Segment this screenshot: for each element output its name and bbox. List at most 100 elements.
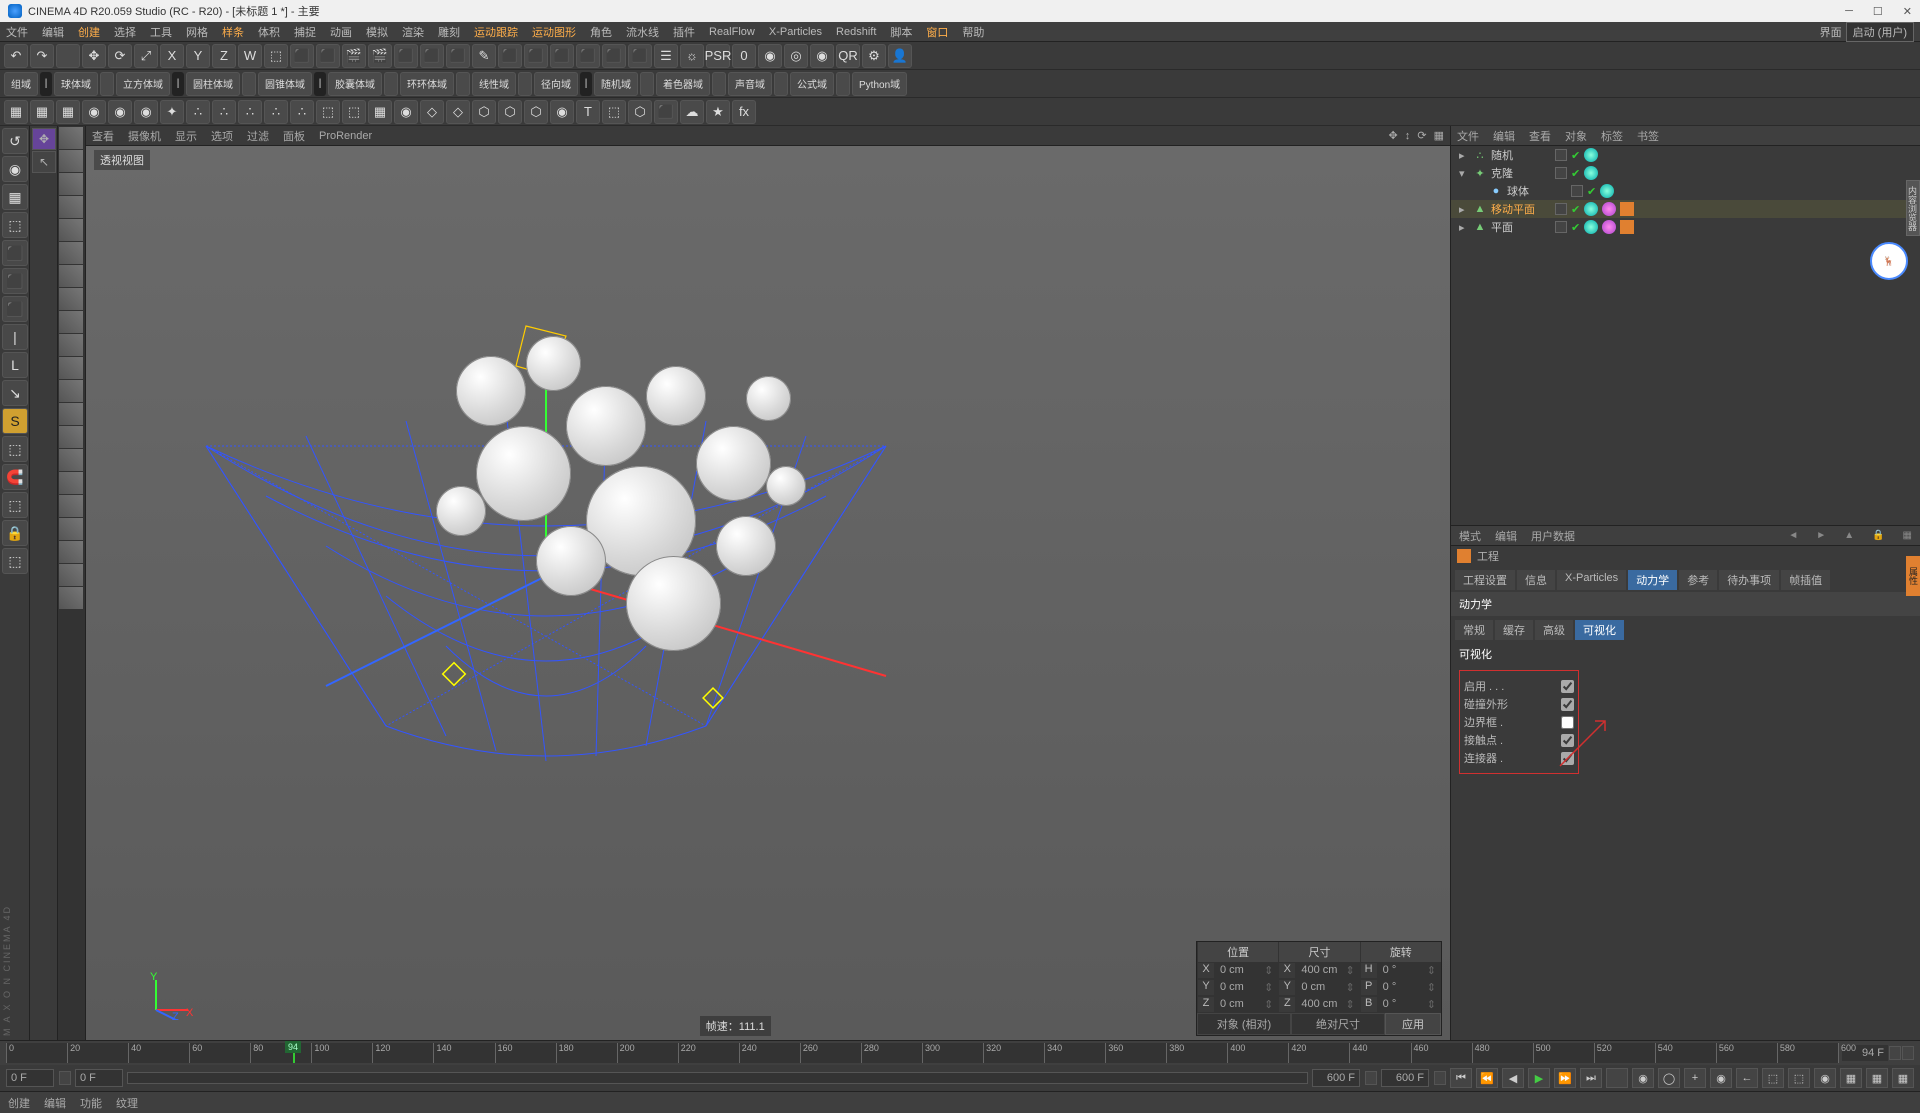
- toolbar-button[interactable]: W: [238, 44, 262, 68]
- toolbar-button[interactable]: ⬡: [498, 100, 522, 124]
- play-button[interactable]: ▶: [1528, 1068, 1550, 1088]
- play-button[interactable]: ◯: [1658, 1068, 1680, 1088]
- left-tool[interactable]: ⬚: [2, 548, 28, 574]
- left-tool[interactable]: L: [2, 352, 28, 378]
- toolbar-button[interactable]: ✦: [160, 100, 184, 124]
- menu-编辑[interactable]: 编辑: [42, 24, 64, 40]
- toolbar-button[interactable]: 声音域: [728, 72, 772, 96]
- toolbar-button[interactable]: ∴: [238, 100, 262, 124]
- end-frame-field2[interactable]: 600 F: [1381, 1069, 1429, 1087]
- vp-menu-item[interactable]: 查看: [92, 128, 114, 144]
- vp-menu-item[interactable]: 摄像机: [128, 128, 161, 144]
- toolbar-button[interactable]: ✥: [82, 44, 106, 68]
- toolbar-button[interactable]: ◇: [420, 100, 444, 124]
- toolbar-button[interactable]: ↶: [4, 44, 28, 68]
- menu-Redshift[interactable]: Redshift: [836, 26, 876, 38]
- left-tool[interactable]: |: [2, 324, 28, 350]
- attr-lock-icon[interactable]: 🔒: [1872, 530, 1884, 541]
- palette-swatch[interactable]: [59, 472, 83, 494]
- tag-icon[interactable]: [1600, 184, 1614, 198]
- tag-icon[interactable]: [1584, 202, 1598, 216]
- mode-move[interactable]: ✥: [32, 128, 56, 150]
- menu-样条[interactable]: 样条: [222, 24, 244, 40]
- toolbar-button[interactable]: ∴: [212, 100, 236, 124]
- close-button[interactable]: ✕: [1903, 5, 1912, 18]
- toolbar-button[interactable]: 圆柱体域: [186, 72, 240, 96]
- spin-icon[interactable]: [59, 1071, 71, 1085]
- toolbar-button[interactable]: [456, 72, 470, 96]
- palette-swatch[interactable]: [59, 357, 83, 379]
- attr-subtab[interactable]: 参考: [1679, 570, 1717, 590]
- palette-swatch[interactable]: [59, 311, 83, 333]
- vp-zoom-icon[interactable]: ↕: [1405, 130, 1411, 142]
- toolbar-button[interactable]: 🎬: [368, 44, 392, 68]
- menu-X-Particles[interactable]: X-Particles: [769, 26, 822, 38]
- toolbar-button[interactable]: ⬛: [498, 44, 522, 68]
- toolbar-button[interactable]: ▦: [30, 100, 54, 124]
- toolbar-button[interactable]: Y: [186, 44, 210, 68]
- palette-swatch[interactable]: [59, 495, 83, 517]
- obj-row-球体[interactable]: ● 球体 ✔: [1451, 182, 1920, 200]
- menu-插件[interactable]: 插件: [673, 24, 695, 40]
- palette-swatch[interactable]: [59, 518, 83, 540]
- toolbar-button[interactable]: T: [576, 100, 600, 124]
- toolbar-button[interactable]: ⬚: [602, 100, 626, 124]
- obj-row-平面[interactable]: ▸ ▲ 平面 ✔: [1451, 218, 1920, 236]
- left-tool[interactable]: 🔒: [2, 520, 28, 546]
- toolbar-button[interactable]: ☼: [680, 44, 704, 68]
- toolbar-button[interactable]: 圆锥体域: [258, 72, 312, 96]
- matbar-item[interactable]: 纹理: [116, 1095, 138, 1111]
- toolbar-button[interactable]: ◉: [108, 100, 132, 124]
- toolbar-button[interactable]: ∴: [290, 100, 314, 124]
- toolbar-button[interactable]: ◉: [758, 44, 782, 68]
- toolbar-button[interactable]: [836, 72, 850, 96]
- toolbar-button[interactable]: 着色器域: [656, 72, 710, 96]
- vp-menu-item[interactable]: 面板: [283, 128, 305, 144]
- coord-pos-field[interactable]: 0 cm⇕: [1215, 996, 1278, 1013]
- toolbar-button[interactable]: ⬚: [264, 44, 288, 68]
- toolbar-button[interactable]: [56, 44, 80, 68]
- toolbar-button[interactable]: ⚙: [862, 44, 886, 68]
- tag-icon[interactable]: [1584, 220, 1598, 234]
- toolbar-button[interactable]: X: [160, 44, 184, 68]
- toolbar-button[interactable]: ⬛: [446, 44, 470, 68]
- obj-row-移动平面[interactable]: ▸ ▲ 移动平面 ✔: [1451, 200, 1920, 218]
- palette-swatch[interactable]: [59, 288, 83, 310]
- menu-捕捉[interactable]: 捕捉: [294, 24, 316, 40]
- menu-渲染[interactable]: 渲染: [402, 24, 424, 40]
- spin-icon[interactable]: [1434, 1071, 1446, 1085]
- toolbar-button[interactable]: [712, 72, 726, 96]
- toolbar-button[interactable]: ⬛: [654, 100, 678, 124]
- toolbar-button[interactable]: ◉: [82, 100, 106, 124]
- tag-icon[interactable]: [1620, 202, 1634, 216]
- playhead[interactable]: 94: [293, 1043, 295, 1063]
- toolbar-button[interactable]: ◉: [134, 100, 158, 124]
- play-button[interactable]: ⏪: [1476, 1068, 1498, 1088]
- attr-subtab[interactable]: 待办事项: [1719, 570, 1779, 590]
- toolbar-button[interactable]: ▦: [368, 100, 392, 124]
- tag-icon[interactable]: [1584, 166, 1598, 180]
- toolbar-button[interactable]: 立方体域: [116, 72, 170, 96]
- toolbar-button[interactable]: ⬚: [342, 100, 366, 124]
- attr-subtab[interactable]: 帧插值: [1781, 570, 1830, 590]
- toolbar-button[interactable]: |: [172, 72, 184, 96]
- attr-up-icon[interactable]: ▲: [1844, 530, 1854, 541]
- toolbar-button[interactable]: ⤢: [134, 44, 158, 68]
- coord-pos-field[interactable]: 0 cm⇕: [1215, 979, 1278, 996]
- attr-checkbox[interactable]: [1561, 698, 1574, 711]
- toolbar-button[interactable]: 0: [732, 44, 756, 68]
- avatar-badge[interactable]: 🦌: [1870, 242, 1908, 280]
- menu-脚本[interactable]: 脚本: [890, 24, 912, 40]
- menu-模拟[interactable]: 模拟: [366, 24, 388, 40]
- toolbar-button[interactable]: ↷: [30, 44, 54, 68]
- attr-tab[interactable]: 模式: [1459, 528, 1481, 544]
- coord-pos-field[interactable]: 0 cm⇕: [1215, 962, 1278, 979]
- vp-menu-item[interactable]: 过滤: [247, 128, 269, 144]
- palette-swatch[interactable]: [59, 196, 83, 218]
- play-button[interactable]: ◉: [1632, 1068, 1654, 1088]
- attr-subtab[interactable]: X-Particles: [1557, 570, 1626, 590]
- toolbar-button[interactable]: [774, 72, 788, 96]
- toolbar-button[interactable]: 公式域: [790, 72, 834, 96]
- coord-size-field[interactable]: 400 cm⇕: [1296, 996, 1359, 1013]
- toolbar-button[interactable]: ⬛: [602, 44, 626, 68]
